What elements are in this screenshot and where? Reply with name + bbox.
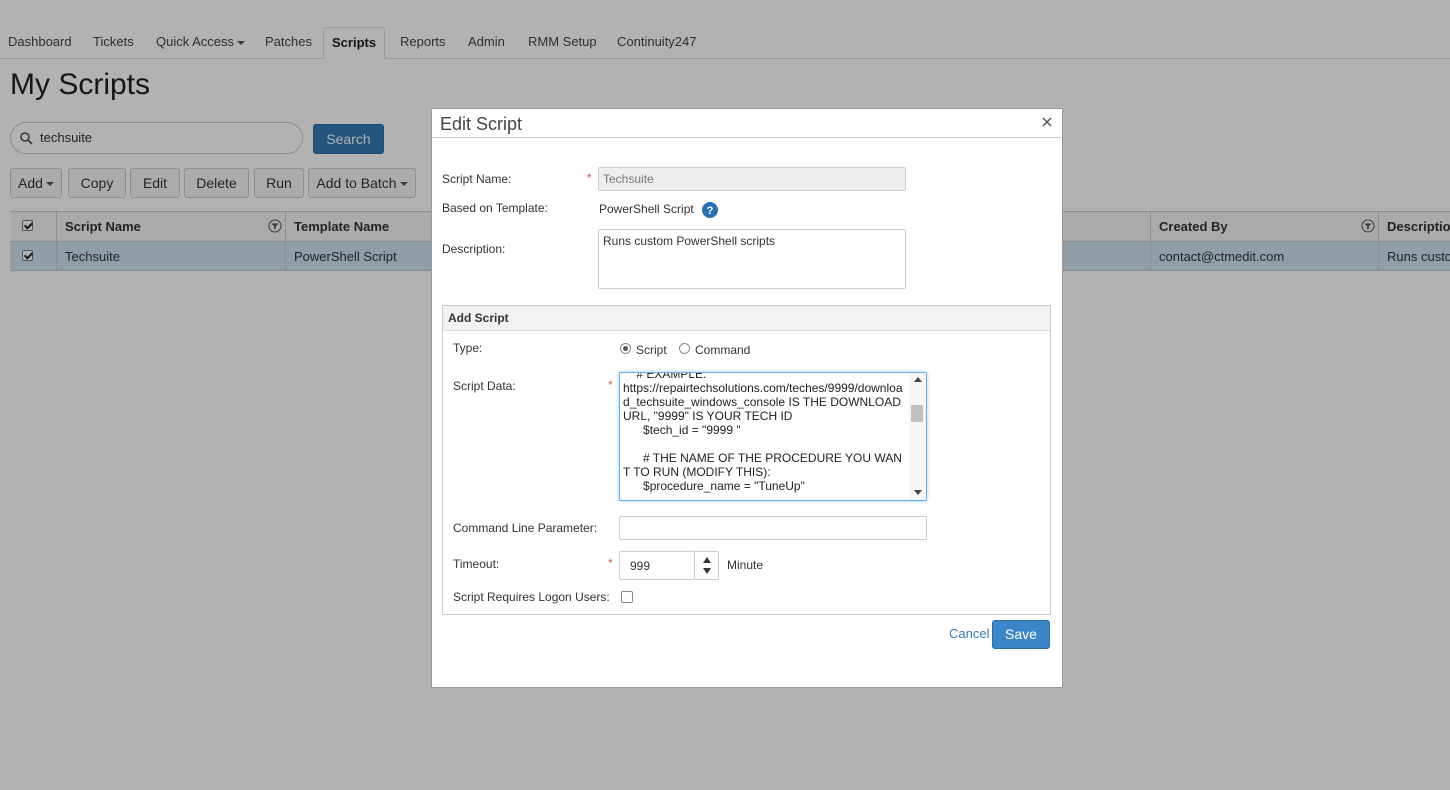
type-script-radio[interactable] (620, 343, 631, 354)
cancel-link[interactable]: Cancel (949, 626, 989, 641)
dialog-header: Edit Script (432, 109, 1062, 138)
timeout-stepper[interactable] (619, 551, 719, 580)
dialog-title: Edit Script (440, 114, 523, 134)
required-marker: * (608, 556, 613, 570)
script-data-label: Script Data: (453, 379, 516, 393)
required-marker: * (587, 171, 592, 185)
scrollbar[interactable] (909, 373, 926, 500)
logon-users-checkbox[interactable] (621, 591, 633, 603)
scroll-up-icon[interactable] (914, 377, 922, 382)
decrement-icon[interactable] (703, 568, 711, 574)
edit-script-dialog: Edit Script Script Name: * Based on Temp… (431, 108, 1063, 688)
type-command-radio[interactable] (679, 343, 690, 354)
type-command-label[interactable]: Command (695, 343, 750, 357)
add-script-section: Add Script Type: Script Command Script D… (442, 305, 1051, 615)
required-marker: * (608, 378, 613, 392)
save-button[interactable]: Save (992, 620, 1050, 649)
type-label: Type: (453, 341, 483, 355)
timeout-label: Timeout: (453, 557, 500, 571)
description-field[interactable]: Runs custom PowerShell scripts (598, 229, 906, 289)
command-line-label: Command Line Parameter: (453, 521, 598, 535)
close-icon[interactable] (1040, 115, 1054, 129)
command-line-field[interactable] (619, 516, 927, 540)
type-script-label[interactable]: Script (636, 343, 667, 357)
scroll-down-icon[interactable] (914, 490, 922, 495)
increment-icon[interactable] (703, 557, 711, 563)
script-data-textarea[interactable]: # EXAMPLE: https://repairtechsolutions.c… (619, 372, 927, 501)
template-value: PowerShell Script (599, 202, 694, 216)
script-name-label: Script Name: (442, 172, 512, 186)
help-icon[interactable]: ? (702, 202, 718, 218)
section-title: Add Script (443, 306, 1050, 331)
script-data-content: # EXAMPLE: https://repairtechsolutions.c… (623, 372, 903, 493)
scroll-thumb[interactable] (911, 405, 923, 422)
logon-users-label: Script Requires Logon Users: (453, 590, 610, 604)
template-label: Based on Template: (442, 201, 548, 215)
svg-text:?: ? (707, 205, 714, 217)
script-name-field[interactable] (598, 167, 906, 191)
timeout-unit: Minute (727, 558, 764, 572)
description-label: Description: (442, 242, 506, 256)
timeout-field[interactable] (619, 551, 695, 580)
stepper-buttons[interactable] (695, 551, 719, 580)
